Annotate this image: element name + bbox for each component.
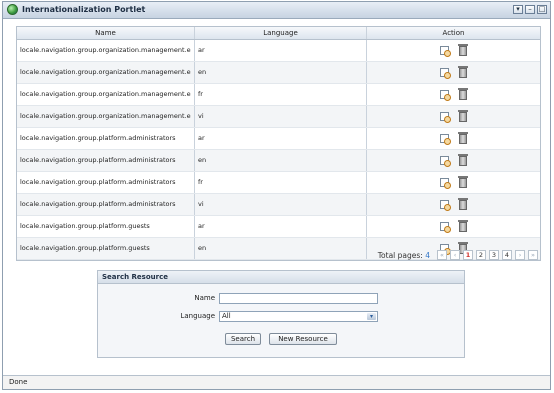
page-button-3[interactable]: 3 xyxy=(489,250,499,260)
view-icon[interactable] xyxy=(440,90,451,101)
cell-language: en xyxy=(195,150,367,171)
cell-name: locale.navigation.group.organization.man… xyxy=(17,62,195,83)
cell-name: locale.navigation.group.platform.adminis… xyxy=(17,172,195,193)
last-page-button[interactable]: » xyxy=(528,250,538,260)
portlet-title: Internationalization Portlet xyxy=(22,5,146,14)
portlet-window: Internationalization Portlet ▾ – □ Name … xyxy=(2,1,551,390)
resource-table: Name Language Action locale.navigation.g… xyxy=(16,26,541,261)
cell-name: locale.navigation.group.organization.man… xyxy=(17,106,195,127)
table-row: locale.navigation.group.platform.guests a… xyxy=(17,216,540,238)
language-select-value: All xyxy=(222,312,231,320)
view-icon[interactable] xyxy=(440,112,451,123)
cell-action xyxy=(367,62,540,83)
view-icon[interactable] xyxy=(440,156,451,167)
cell-language: ar xyxy=(195,216,367,237)
delete-icon[interactable] xyxy=(458,109,468,122)
table-row: locale.navigation.group.platform.adminis… xyxy=(17,150,540,172)
delete-icon[interactable] xyxy=(458,43,468,56)
status-bar: Done xyxy=(3,375,550,389)
cell-language: en xyxy=(195,238,367,259)
chevron-down-icon[interactable]: ▾ xyxy=(367,313,376,320)
cell-action xyxy=(367,106,540,127)
minimize-button[interactable]: – xyxy=(525,5,535,14)
first-page-button[interactable]: « xyxy=(437,250,447,260)
search-panel-title: Search Resource xyxy=(98,271,464,284)
search-resource-panel: Search Resource Name Language All ▾ Sear… xyxy=(97,270,465,358)
view-icon[interactable] xyxy=(440,222,451,233)
cell-name: locale.navigation.group.platform.guests xyxy=(17,238,195,259)
table-row: locale.navigation.group.organization.man… xyxy=(17,40,540,62)
table-row: locale.navigation.group.platform.adminis… xyxy=(17,172,540,194)
view-icon[interactable] xyxy=(440,68,451,79)
table-row: locale.navigation.group.platform.adminis… xyxy=(17,128,540,150)
delete-icon[interactable] xyxy=(458,175,468,188)
cell-name: locale.navigation.group.organization.man… xyxy=(17,40,195,61)
maximize-button[interactable]: □ xyxy=(537,5,547,14)
cell-action xyxy=(367,194,540,215)
cell-language: fr xyxy=(195,172,367,193)
portlet-titlebar: Internationalization Portlet ▾ – □ xyxy=(3,2,550,19)
page-button-4[interactable]: 4 xyxy=(502,250,512,260)
cell-language: fr xyxy=(195,84,367,105)
globe-icon xyxy=(7,4,18,15)
cell-action xyxy=(367,150,540,171)
cell-action xyxy=(367,172,540,193)
view-icon[interactable] xyxy=(440,134,451,145)
name-input[interactable] xyxy=(219,293,378,304)
delete-icon[interactable] xyxy=(458,131,468,144)
delete-icon[interactable] xyxy=(458,197,468,210)
cell-language: ar xyxy=(195,128,367,149)
table-header: Name Language Action xyxy=(17,27,540,40)
language-select[interactable]: All ▾ xyxy=(219,311,378,322)
language-label: Language xyxy=(180,312,215,320)
column-header-name[interactable]: Name xyxy=(17,27,195,39)
new-resource-button[interactable]: New Resource xyxy=(269,333,337,345)
table-row: locale.navigation.group.organization.man… xyxy=(17,106,540,128)
search-button[interactable]: Search xyxy=(225,333,261,345)
cell-action xyxy=(367,84,540,105)
table-row: locale.navigation.group.organization.man… xyxy=(17,84,540,106)
delete-icon[interactable] xyxy=(458,87,468,100)
view-icon[interactable] xyxy=(440,46,451,57)
total-pages-value: 4 xyxy=(425,250,430,260)
name-label: Name xyxy=(194,294,215,302)
next-page-button[interactable]: › xyxy=(515,250,525,260)
cell-name: locale.navigation.group.organization.man… xyxy=(17,84,195,105)
cell-language: vi xyxy=(195,194,367,215)
cell-name: locale.navigation.group.platform.guests xyxy=(17,216,195,237)
delete-icon[interactable] xyxy=(458,219,468,232)
view-icon[interactable] xyxy=(440,178,451,189)
cell-action xyxy=(367,216,540,237)
page-button-1[interactable]: 1 xyxy=(463,250,473,260)
delete-icon[interactable] xyxy=(458,153,468,166)
cell-action xyxy=(367,128,540,149)
status-text: Done xyxy=(9,378,28,386)
cell-name: locale.navigation.group.platform.adminis… xyxy=(17,128,195,149)
cell-name: locale.navigation.group.platform.adminis… xyxy=(17,194,195,215)
column-header-language[interactable]: Language xyxy=(195,27,367,39)
cell-language: vi xyxy=(195,106,367,127)
menu-dropdown-button[interactable]: ▾ xyxy=(513,5,523,14)
table-row: locale.navigation.group.platform.adminis… xyxy=(17,194,540,216)
view-icon[interactable] xyxy=(440,200,451,211)
cell-action xyxy=(367,40,540,61)
cell-language: ar xyxy=(195,40,367,61)
table-row: locale.navigation.group.organization.man… xyxy=(17,62,540,84)
total-pages-label: Total pages: 4 xyxy=(377,250,430,260)
page-button-2[interactable]: 2 xyxy=(476,250,486,260)
column-header-action: Action xyxy=(442,29,465,37)
delete-icon[interactable] xyxy=(458,65,468,78)
cell-name: locale.navigation.group.platform.adminis… xyxy=(17,150,195,171)
cell-language: en xyxy=(195,62,367,83)
prev-page-button[interactable]: ‹ xyxy=(450,250,460,260)
pagination: Total pages: 4 « ‹ 1 2 3 4 › » xyxy=(378,250,538,260)
